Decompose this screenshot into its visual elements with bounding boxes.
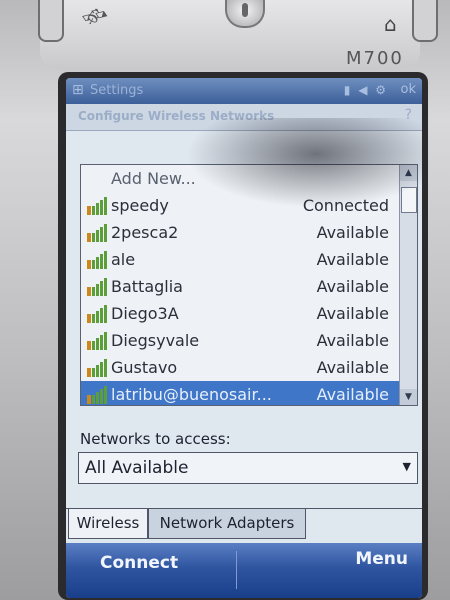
- hardware-right-button[interactable]: [412, 0, 438, 42]
- list-scrollbar[interactable]: ▲ ▼: [399, 165, 417, 405]
- dropdown-value: All Available: [85, 458, 189, 478]
- add-new-label: Add New...: [111, 169, 196, 188]
- tab-wireless[interactable]: Wireless: [68, 509, 148, 539]
- network-status: Available: [316, 385, 389, 404]
- network-status: Available: [316, 331, 389, 350]
- tab-network-adapters[interactable]: Network Adapters: [148, 509, 306, 539]
- network-row[interactable]: Diegsyvale Available: [81, 327, 399, 354]
- wifi-signal-icon: [87, 224, 109, 242]
- network-name: Diegsyvale: [111, 331, 200, 350]
- network-name: ale: [111, 250, 136, 269]
- add-new-row[interactable]: Add New...: [81, 165, 399, 192]
- page-title: Configure Wireless Networks: [78, 109, 275, 123]
- home-icon[interactable]: ⌂: [384, 12, 397, 36]
- device-model-label: M700: [346, 48, 404, 69]
- network-row[interactable]: Battaglia Available: [81, 273, 399, 300]
- network-row[interactable]: latribu@buenosair... Available: [81, 381, 399, 405]
- ok-button[interactable]: ok: [401, 82, 416, 97]
- wifi-signal-icon: [87, 278, 109, 296]
- menu-softkey[interactable]: Menu: [355, 549, 408, 569]
- start-icon[interactable]: ⊞: [72, 82, 84, 98]
- app-title: Settings: [90, 83, 144, 98]
- hardware-left-button[interactable]: [38, 0, 64, 42]
- networks-to-access-dropdown[interactable]: All Available ▼: [78, 452, 418, 484]
- screen: ⊞ Settings ▮ ◀ ⚙ ok Configure Wireless N…: [66, 78, 422, 598]
- wifi-signal-icon: [87, 386, 109, 404]
- network-row[interactable]: Gustavo Available: [81, 354, 399, 381]
- titlebar: ⊞ Settings ▮ ◀ ⚙ ok: [66, 78, 422, 104]
- connect-softkey[interactable]: Connect: [100, 553, 178, 573]
- page-header: Configure Wireless Networks ?: [66, 104, 422, 131]
- wifi-signal-icon: [87, 251, 109, 269]
- tab-strip: Wireless Network Adapters: [66, 508, 422, 539]
- chevron-down-icon: ▼: [402, 460, 411, 473]
- network-status: Available: [316, 223, 389, 242]
- help-icon[interactable]: ?: [405, 107, 412, 123]
- status-icons: ▮ ◀ ⚙: [343, 83, 388, 97]
- device-body: 🛰 ⌂ M700 ⊞ Settings ▮ ◀ ⚙ ok Configure W…: [0, 0, 450, 600]
- network-row[interactable]: speedy Connected: [81, 192, 399, 219]
- wifi-signal-icon: [87, 305, 109, 323]
- network-name: 2pesca2: [111, 223, 179, 242]
- scroll-up-arrow-icon[interactable]: ▲: [400, 165, 417, 181]
- softkey-divider: [236, 551, 237, 589]
- network-name: Gustavo: [111, 358, 178, 377]
- network-status: Available: [316, 358, 389, 377]
- softkey-bar: Connect Menu: [66, 543, 422, 598]
- network-status: Connected: [302, 196, 389, 215]
- network-status: Available: [316, 277, 389, 296]
- network-list-items: Add New... speedy Connected 2pesca2 Availab…: [81, 165, 399, 405]
- network-status: Available: [316, 250, 389, 269]
- network-row[interactable]: 2pesca2 Available: [81, 219, 399, 246]
- wifi-signal-icon: [87, 197, 109, 215]
- wifi-signal-icon: [87, 359, 109, 377]
- networks-to-access-label: Networks to access:: [80, 430, 231, 448]
- wifi-signal-icon: [87, 332, 109, 350]
- network-row[interactable]: Diego3A Available: [81, 300, 399, 327]
- network-list: Add New... speedy Connected 2pesca2 Availab…: [80, 164, 418, 406]
- scroll-thumb[interactable]: [401, 187, 417, 213]
- network-name: speedy: [111, 196, 169, 215]
- network-row[interactable]: ale Available: [81, 246, 399, 273]
- network-name: latribu@buenosair...: [111, 385, 272, 404]
- network-name: Diego3A: [111, 304, 179, 323]
- network-status: Available: [316, 304, 389, 323]
- network-name: Battaglia: [111, 277, 183, 296]
- scroll-down-arrow-icon[interactable]: ▼: [400, 389, 417, 405]
